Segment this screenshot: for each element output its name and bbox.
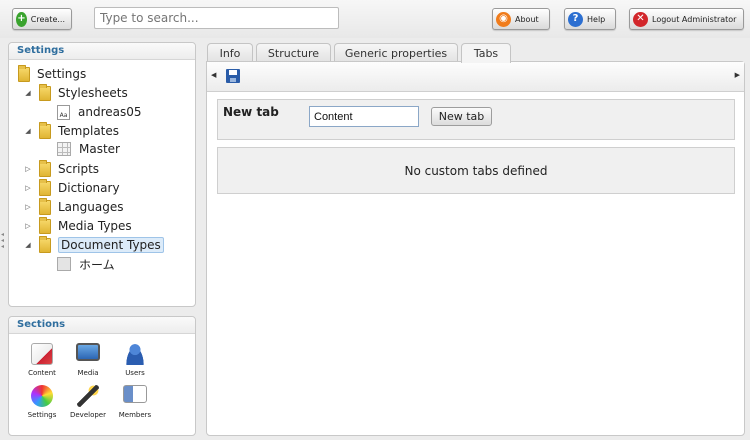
- new-tab-label: New tab: [223, 105, 279, 119]
- section-media[interactable]: Media: [64, 343, 112, 377]
- tree-item-stylesheets[interactable]: ◢ Stylesheets: [23, 83, 128, 102]
- tree-item-settings[interactable]: Settings: [18, 64, 87, 83]
- tree-item-dictionary[interactable]: ▷ Dictionary: [23, 178, 120, 197]
- sections-panel-title: Sections: [9, 317, 195, 334]
- collapsed-arrow-icon[interactable]: ▷: [23, 222, 33, 230]
- tree-item-templates[interactable]: ◢ Templates: [23, 121, 120, 140]
- search-input[interactable]: [94, 7, 339, 29]
- tree-item-label: Languages: [58, 200, 124, 214]
- create-button[interactable]: + Create...: [12, 8, 72, 30]
- tree-item-scripts[interactable]: ▷ Scripts: [23, 159, 100, 178]
- section-label: Developer: [69, 411, 106, 419]
- folder-icon: [18, 64, 30, 82]
- save-icon[interactable]: [226, 69, 240, 83]
- content-icon: [31, 343, 53, 365]
- tree-item-home[interactable]: ホーム: [57, 255, 115, 273]
- collapsed-arrow-icon[interactable]: ▷: [23, 203, 33, 211]
- tree-item-document-types[interactable]: ◢ Document Types: [23, 235, 164, 254]
- settings-panel-title: Settings: [9, 43, 195, 60]
- section-label: Media: [77, 369, 99, 377]
- new-tab-button[interactable]: New tab: [431, 107, 492, 126]
- tree-item-label: Master: [79, 142, 120, 156]
- section-label: Users: [125, 369, 145, 377]
- top-toolbar: + Create... ◉ About ? Help ✕ Logout Admi…: [0, 0, 750, 38]
- settings-panel: Settings Settings ◢ Stylesheets Aa andre…: [8, 42, 196, 307]
- save-icon-slot: [230, 78, 236, 82]
- folder-icon: [39, 178, 51, 196]
- doctype-icon: [57, 257, 71, 271]
- settings-icon: [31, 385, 53, 407]
- logout-icon: ✕: [633, 11, 648, 27]
- collapsed-arrow-icon[interactable]: ▷: [23, 165, 33, 173]
- section-label: Content: [28, 369, 56, 377]
- tree-item-label: Scripts: [58, 162, 100, 176]
- tree-item-master[interactable]: Master: [57, 140, 120, 158]
- template-icon: [57, 142, 71, 156]
- tree-item-andreas05[interactable]: Aa andreas05: [57, 103, 142, 121]
- tab-label: Tabs: [473, 47, 499, 60]
- resize-handle-icon[interactable]: ◂ ◂ ◂: [1, 232, 6, 250]
- save-icon-label: [229, 70, 237, 75]
- developer-icon: [77, 385, 99, 407]
- tree-item-label: andreas05: [78, 105, 142, 119]
- tab-structure[interactable]: Structure: [256, 43, 331, 62]
- tree-item-label: Templates: [58, 124, 120, 138]
- logout-button[interactable]: ✕ Logout Administrator: [629, 8, 744, 30]
- media-icon: [76, 343, 100, 361]
- empty-message: No custom tabs defined: [404, 163, 548, 178]
- stylesheet-icon: Aa: [57, 104, 70, 120]
- tab-label: Info: [219, 46, 241, 60]
- help-button-label: Help: [587, 14, 606, 24]
- about-button-label: About: [515, 14, 539, 24]
- new-tab-row: New tab New tab: [217, 99, 735, 140]
- tree-item-label: Settings: [37, 67, 87, 81]
- tab-tabs[interactable]: Tabs: [461, 43, 511, 63]
- folder-icon: [39, 83, 51, 101]
- scroll-left-icon[interactable]: ◀: [211, 71, 216, 79]
- plus-icon: +: [16, 11, 27, 27]
- logout-button-label: Logout Administrator: [652, 14, 737, 24]
- help-icon: ?: [568, 11, 583, 27]
- tree-item-label: Dictionary: [58, 181, 120, 195]
- collapsed-arrow-icon[interactable]: ▷: [23, 184, 33, 192]
- section-label: Settings: [27, 411, 57, 419]
- about-icon: ◉: [496, 11, 511, 27]
- section-users[interactable]: Users: [111, 343, 159, 377]
- tab-generic-properties[interactable]: Generic properties: [334, 43, 458, 62]
- new-tab-input[interactable]: [309, 106, 419, 127]
- folder-icon: [39, 159, 51, 177]
- members-icon: [123, 385, 147, 403]
- tabs-list: No custom tabs defined: [217, 147, 735, 194]
- section-members[interactable]: Members: [111, 385, 159, 419]
- tree-item-media-types[interactable]: ▷ Media Types: [23, 216, 132, 235]
- main-panel: ◀ ▶ New tab New tab No custom tabs defin…: [206, 61, 745, 436]
- tab-info[interactable]: Info: [207, 43, 253, 62]
- section-developer[interactable]: Developer: [64, 385, 112, 419]
- editor-toolbar: ◀ ▶: [207, 62, 744, 92]
- folder-icon: [39, 121, 51, 139]
- folder-icon: [39, 197, 51, 215]
- help-button[interactable]: ? Help: [564, 8, 616, 30]
- tree-item-label: Document Types: [58, 237, 164, 253]
- create-button-label: Create...: [30, 14, 65, 24]
- expanded-arrow-icon[interactable]: ◢: [23, 89, 33, 97]
- section-label: Members: [118, 411, 152, 419]
- tree-item-label: ホーム: [79, 257, 115, 272]
- expanded-arrow-icon[interactable]: ◢: [23, 127, 33, 135]
- folder-icon: [39, 216, 51, 234]
- tree-item-languages[interactable]: ▷ Languages: [23, 197, 124, 216]
- scroll-right-icon[interactable]: ▶: [735, 71, 740, 79]
- folder-icon: [39, 235, 51, 253]
- tree-item-label: Stylesheets: [58, 86, 128, 100]
- new-tab-button-label: New tab: [438, 110, 485, 123]
- section-settings[interactable]: Settings: [18, 385, 66, 419]
- about-button[interactable]: ◉ About: [492, 8, 550, 30]
- expanded-arrow-icon[interactable]: ◢: [23, 241, 33, 249]
- sections-panel: Sections Content Media Users Settings De…: [8, 316, 196, 436]
- section-content[interactable]: Content: [18, 343, 66, 377]
- tab-label: Generic properties: [344, 46, 448, 60]
- users-icon: [124, 343, 146, 365]
- tab-label: Structure: [267, 46, 320, 60]
- tree-item-label: Media Types: [58, 219, 132, 233]
